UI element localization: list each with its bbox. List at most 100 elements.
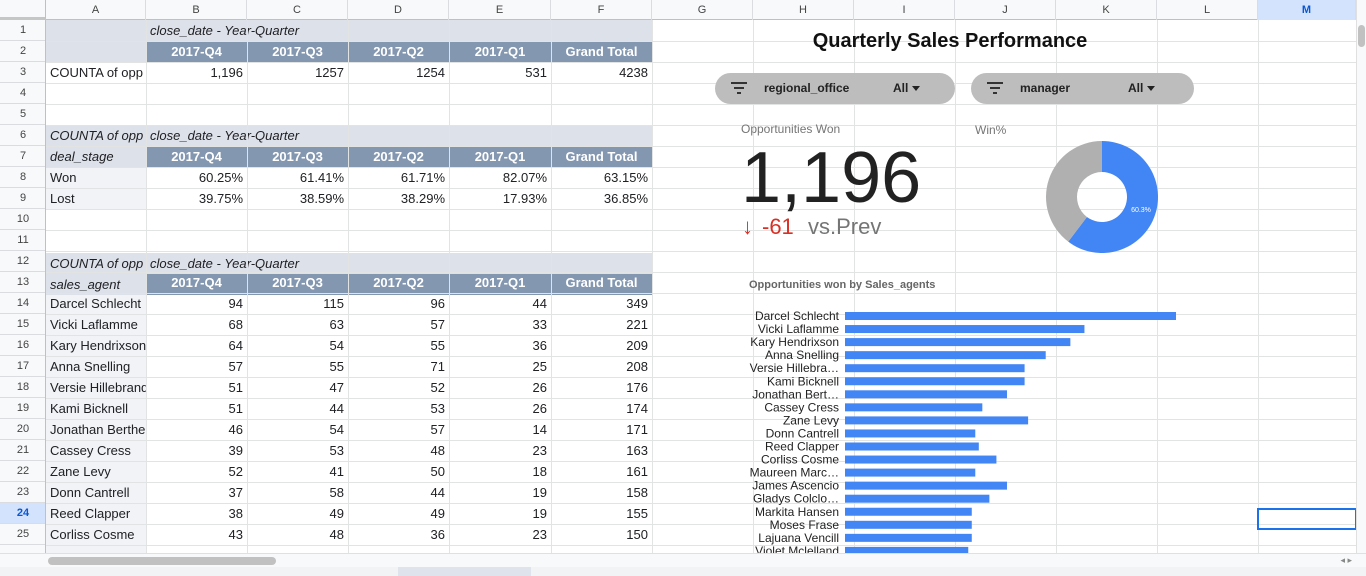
pivot1-header[interactable]: 2017-Q3 [247,41,348,62]
pivot3-value-cell[interactable]: 55 [247,356,348,377]
pivot3-value-cell[interactable]: 44 [247,398,348,419]
pivot3-value-cell[interactable]: 54 [247,419,348,440]
column-header-f[interactable]: F [551,0,652,20]
pivot3-header[interactable]: 2017-Q3 [247,272,348,293]
bar[interactable] [845,403,983,412]
pivot2-value-cell[interactable]: 61.71% [348,167,449,188]
pivot3-value-cell[interactable]: 68 [146,314,247,335]
pivot2-value-cell[interactable]: 38.29% [348,188,449,209]
pivot3-value-cell[interactable]: 52 [146,461,247,482]
bar[interactable] [845,455,997,464]
row-header-1[interactable]: 1 [0,20,45,41]
pivot3-row-label[interactable]: Cassey Cress [46,440,146,461]
pivot2-row-label[interactable]: Won [46,167,146,188]
bar[interactable] [845,442,979,451]
pivot3-value-cell[interactable]: 18 [449,461,551,482]
bar[interactable] [845,377,1025,386]
pivot1-value-cell[interactable]: 531 [449,62,551,83]
pivot3-value-cell[interactable]: 49 [348,503,449,524]
pivot1-value-cell[interactable]: 1,196 [146,62,247,83]
pivot2-value-cell[interactable]: 38.59% [247,188,348,209]
pivot2-value-cell[interactable]: 61.41% [247,167,348,188]
row-header-20[interactable]: 20 [0,419,45,440]
column-header-k[interactable]: K [1056,0,1157,20]
bar[interactable] [845,429,976,438]
row-header-10[interactable]: 10 [0,209,45,230]
row-header-15[interactable]: 15 [0,314,45,335]
scroll-thumb[interactable] [1358,25,1365,47]
pivot3-value-cell[interactable]: 63 [247,314,348,335]
pivot3-value-cell[interactable]: 57 [146,356,247,377]
row-header-14[interactable]: 14 [0,293,45,314]
pivot3-value-cell[interactable]: 115 [247,293,348,314]
pivot3-value-cell[interactable]: 48 [348,440,449,461]
pivot3-value-cell[interactable]: 209 [551,335,652,356]
column-header-e[interactable]: E [449,0,551,20]
pivot3-row-label[interactable]: Kami Bicknell [46,398,146,419]
pivot3-row-label[interactable]: Versie Hillebrand [46,377,146,398]
column-header-d[interactable]: D [348,0,449,20]
pivot1-value-cell[interactable]: 4238 [551,62,652,83]
bar[interactable] [845,507,972,516]
pivot2-value-cell[interactable]: 36.85% [551,188,652,209]
filter-regional-office[interactable]: regional_office All [715,73,955,104]
pivot3-value-cell[interactable]: 174 [551,398,652,419]
pivot2-row-label[interactable]: Lost [46,188,146,209]
pivot3-value-cell[interactable]: 57 [348,419,449,440]
row-header-12[interactable]: 12 [0,251,45,272]
row-header-18[interactable]: 18 [0,377,45,398]
pivot2-value-cell[interactable]: 63.15% [551,167,652,188]
row-header-5[interactable]: 5 [0,104,45,125]
pivot3-value-cell[interactable]: 71 [348,356,449,377]
row-header-24[interactable]: 24 [0,503,45,524]
select-all-corner[interactable] [0,0,46,20]
pivot2-value-cell[interactable]: 39.75% [146,188,247,209]
pivot3-header[interactable]: Grand Total [551,272,652,293]
pivot3-value-cell[interactable]: 36 [449,335,551,356]
pivot3-value-cell[interactable]: 23 [449,524,551,545]
pivot3-value-cell[interactable]: 33 [449,314,551,335]
pivot1-header[interactable]: Grand Total [551,41,652,62]
pivot3-row-label[interactable]: Darcel Schlecht [46,293,146,314]
row-header-17[interactable]: 17 [0,356,45,377]
row-header-19[interactable]: 19 [0,398,45,419]
row-header-13[interactable]: 13 [0,272,45,293]
row-header-22[interactable]: 22 [0,461,45,482]
row-header-25[interactable]: 25 [0,524,45,545]
pivot3-value-cell[interactable]: 38 [146,503,247,524]
bar[interactable] [845,312,1176,320]
pivot2-header[interactable]: 2017-Q1 [449,146,551,167]
pivot2-value-cell[interactable]: 82.07% [449,167,551,188]
pivot3-value-cell[interactable]: 53 [247,440,348,461]
pivot3-value-cell[interactable]: 37 [146,482,247,503]
sheet-tab[interactable] [398,567,531,576]
pivot2-header[interactable]: 2017-Q3 [247,146,348,167]
pivot3-value-cell[interactable]: 51 [146,398,247,419]
row-header-11[interactable]: 11 [0,230,45,251]
pivot3-value-cell[interactable]: 171 [551,419,652,440]
pivot3-value-cell[interactable]: 58 [247,482,348,503]
pivot3-value-cell[interactable]: 155 [551,503,652,524]
agents-bar-chart[interactable]: Darcel SchlechtVicki LaflammeKary Hendri… [740,308,1200,553]
pivot3-row-label[interactable]: Anna Snelling [46,356,146,377]
pivot3-value-cell[interactable]: 44 [449,293,551,314]
pivot3-value-cell[interactable]: 23 [449,440,551,461]
win-rate-donut-chart[interactable]: 60.3% [1044,139,1160,255]
pivot3-value-cell[interactable]: 44 [348,482,449,503]
bar[interactable] [845,520,972,529]
column-header-l[interactable]: L [1157,0,1258,20]
bar[interactable] [845,390,1007,399]
pivot3-row-label[interactable]: Corliss Cosme [46,524,146,545]
column-header-i[interactable]: I [854,0,955,20]
column-header-b[interactable]: B [146,0,247,20]
pivot3-value-cell[interactable]: 94 [146,293,247,314]
pivot3-header[interactable]: 2017-Q1 [449,272,551,293]
column-header-a[interactable]: A [46,0,146,20]
pivot3-value-cell[interactable]: 221 [551,314,652,335]
pivot3-row-label[interactable]: Vicki Laflamme [46,314,146,335]
bar[interactable] [845,533,972,542]
row-header-7[interactable]: 7 [0,146,45,167]
pivot3-value-cell[interactable]: 26 [449,377,551,398]
bar[interactable] [845,468,976,477]
pivot3-value-cell[interactable]: 50 [348,461,449,482]
